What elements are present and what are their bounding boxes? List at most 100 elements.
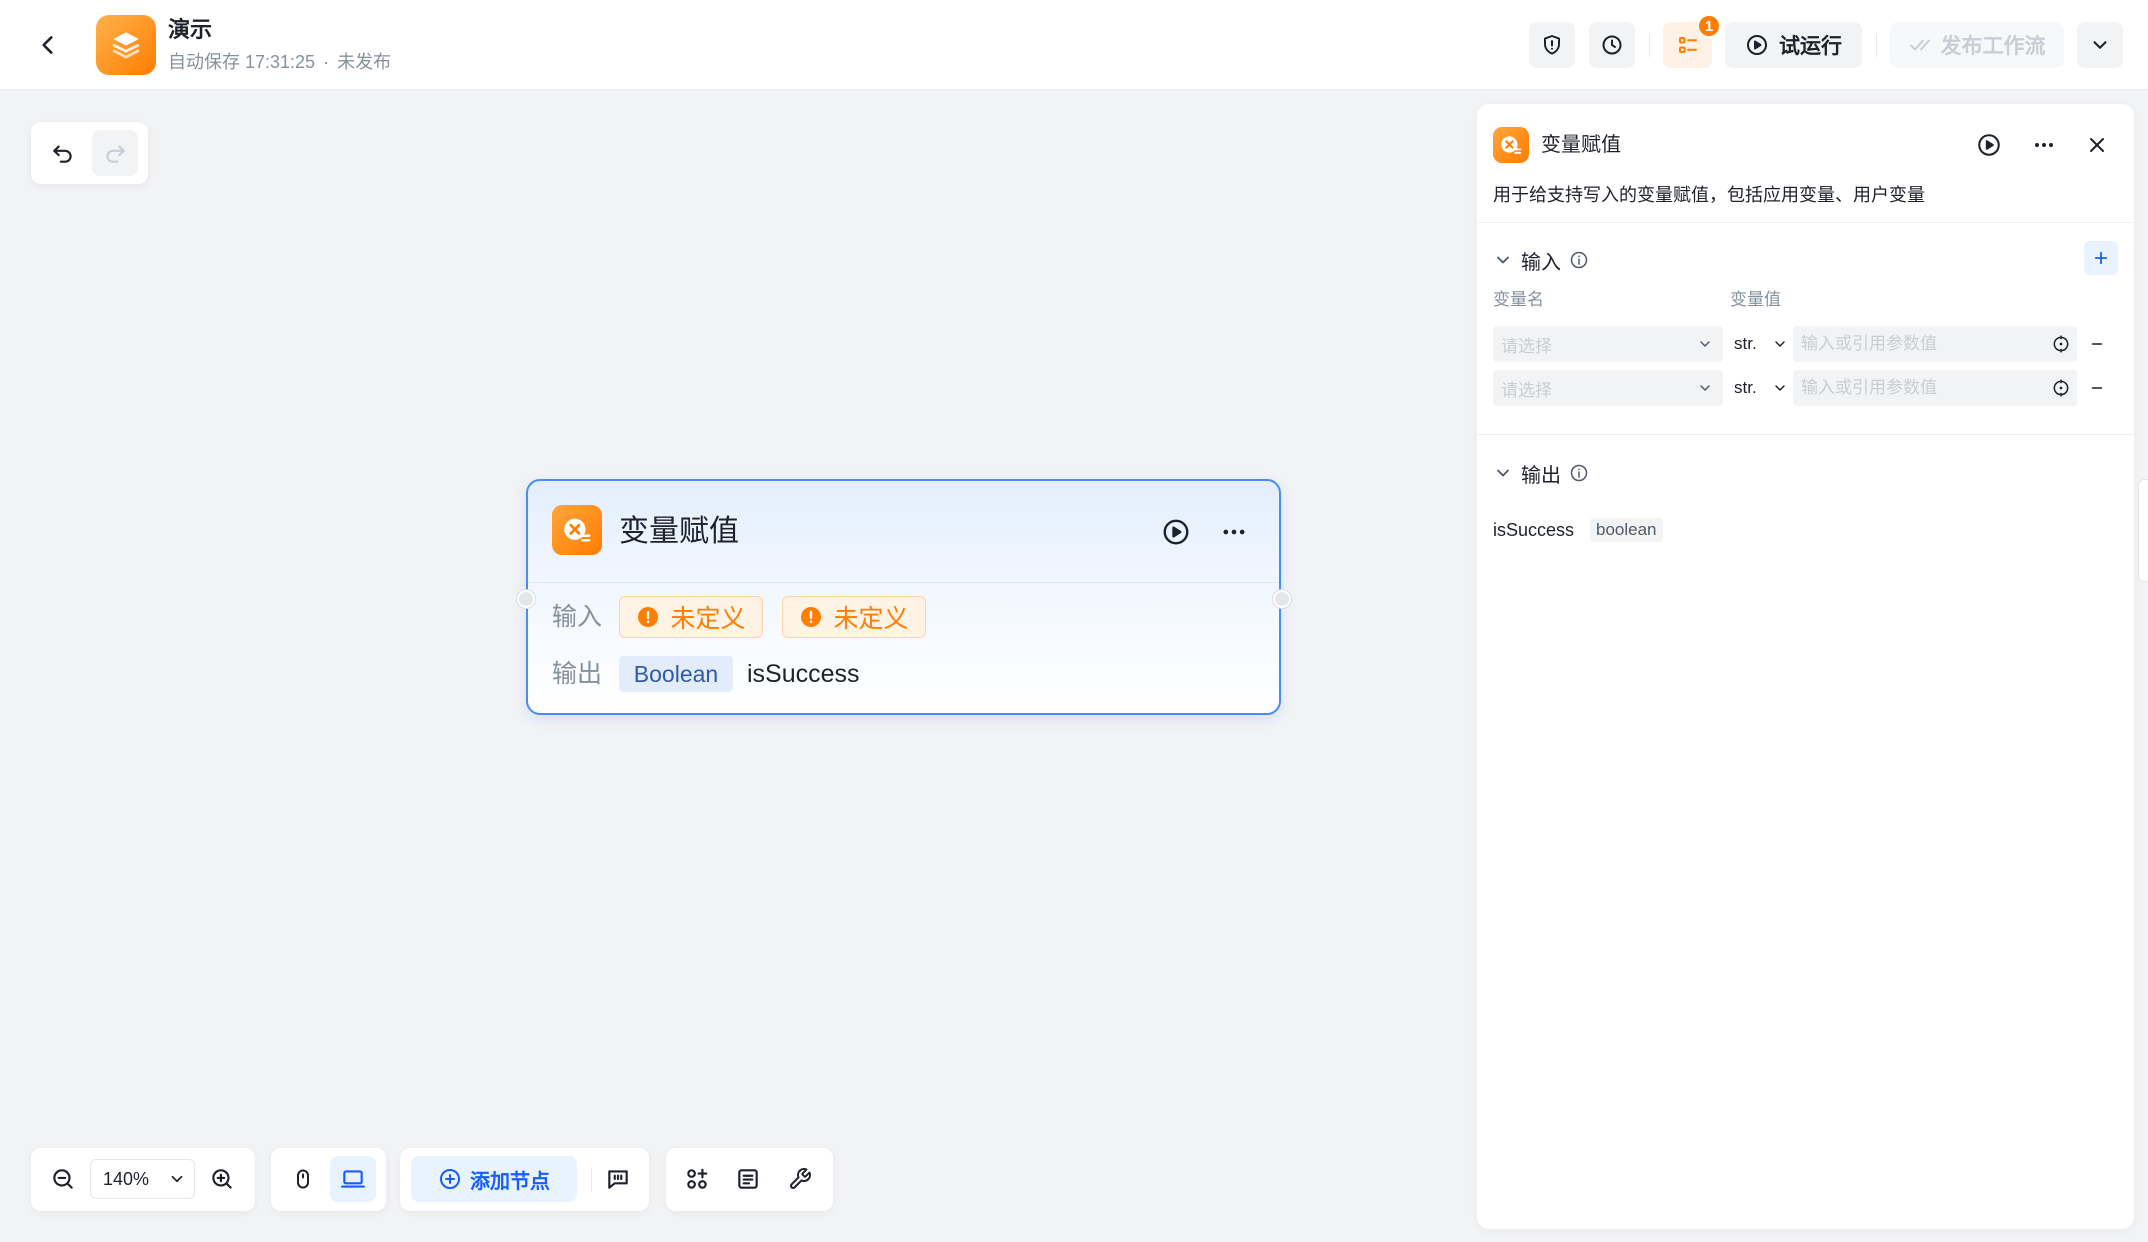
node-input-label: 输入 — [552, 603, 603, 631]
panel-divider — [1477, 222, 2134, 223]
toolbar-divider — [591, 1168, 592, 1192]
value-type-select[interactable]: str. — [1730, 326, 1790, 362]
value-type: str. — [1734, 334, 1757, 353]
mouse-mode-button[interactable] — [280, 1156, 326, 1202]
column-variable-name: 变量名 — [1493, 290, 1544, 309]
panel-title: 变量赋值 — [1541, 134, 1621, 156]
variable-assign-node[interactable]: 变量赋值 输入 未定义 未定义 输出 Boolean isSuccess — [526, 479, 1281, 715]
add-node-button[interactable]: 添加节点 — [411, 1156, 577, 1202]
undefined-input-tag[interactable]: 未定义 — [782, 596, 926, 638]
redo-icon — [106, 145, 125, 163]
header-divider — [1649, 33, 1650, 57]
undo-icon — [53, 145, 72, 163]
chevron-left-icon — [42, 36, 53, 54]
outline-button[interactable] — [725, 1156, 771, 1202]
warning-icon — [638, 607, 659, 627]
undefined-input-tag[interactable]: 未定义 — [619, 596, 763, 638]
reference-variable-icon[interactable] — [2051, 334, 2071, 354]
variable-value-input[interactable] — [1801, 334, 2051, 354]
autosave-time: 自动保存 17:31:25 — [168, 52, 316, 72]
node-title: 变量赋值 — [619, 515, 739, 548]
variable-assign-icon — [552, 505, 602, 555]
add-controls: 添加节点 — [400, 1148, 649, 1211]
plus-icon — [2094, 251, 2108, 265]
variable-assign-icon — [1493, 127, 1529, 163]
zoom-level-select[interactable]: 140% — [90, 1159, 195, 1199]
variable-value-input[interactable] — [1801, 378, 2051, 398]
variable-value-field — [1793, 370, 2077, 406]
undo-button[interactable] — [40, 130, 86, 176]
double-check-icon — [1909, 39, 1930, 51]
output-variable-name: isSuccess — [1493, 520, 1575, 540]
input-section-toggle[interactable]: 输入 — [1493, 246, 1589, 274]
add-node-label: 添加节点 — [470, 1170, 550, 1193]
tag-label: 未定义 — [670, 605, 746, 633]
zoom-controls: 140% — [31, 1148, 255, 1211]
panel-close-button[interactable] — [2079, 127, 2115, 163]
play-circle-icon — [1978, 134, 2000, 156]
zoom-level: 140% — [103, 1168, 150, 1189]
plus-circle-icon — [440, 1169, 460, 1189]
panel-divider — [1477, 434, 2134, 435]
panel-description: 用于给支持写入的变量赋值，包括应用变量、用户变量 — [1493, 185, 1925, 205]
clock-icon — [1602, 35, 1622, 55]
panel-more-button[interactable] — [2026, 127, 2062, 163]
publish-status: 未发布 — [337, 52, 392, 72]
output-port[interactable] — [1273, 590, 1291, 608]
info-icon[interactable] — [1569, 463, 1589, 483]
save-status: 自动保存 17:31:25 · 未发布 — [168, 49, 391, 75]
input-port[interactable] — [517, 590, 535, 608]
settings-tools-button[interactable] — [777, 1156, 823, 1202]
panel-run-button[interactable] — [1971, 127, 2007, 163]
chevron-down-icon — [1700, 385, 1710, 391]
utility-controls — [666, 1148, 833, 1211]
redo-button[interactable] — [92, 130, 138, 176]
node-run-button[interactable] — [1158, 514, 1194, 550]
variable-row: 请选择 str. — [1477, 326, 2134, 362]
add-comment-button[interactable] — [595, 1156, 641, 1202]
tag-label: 未定义 — [833, 605, 909, 633]
output-section-toggle[interactable]: 输出 — [1493, 459, 1589, 487]
value-type: str. — [1734, 378, 1757, 397]
task-list-icon — [1678, 37, 1697, 53]
more-options-dropdown[interactable] — [2077, 22, 2123, 68]
test-run-button[interactable]: 试运行 — [1725, 22, 1862, 68]
reference-variable-icon[interactable] — [2051, 378, 2071, 398]
chevron-down-icon — [1775, 341, 1785, 347]
zoom-in-button[interactable] — [199, 1156, 245, 1202]
back-button[interactable] — [30, 27, 66, 63]
node-more-button[interactable] — [1216, 514, 1252, 550]
issues-count-badge: 1 — [1697, 14, 1721, 38]
value-type-select[interactable]: str. — [1730, 370, 1790, 406]
chevron-down-icon — [1700, 341, 1710, 347]
panel-edge-handle[interactable] — [2138, 479, 2148, 582]
more-dots-icon — [1223, 529, 1245, 535]
publish-workflow-button[interactable]: 发布工作流 — [1890, 22, 2064, 68]
history-button[interactable] — [1589, 22, 1635, 68]
select-placeholder: 请选择 — [1501, 380, 1552, 400]
mouse-icon — [297, 1169, 309, 1189]
chevron-down-icon — [1497, 256, 1509, 264]
remove-variable-button[interactable] — [2083, 374, 2111, 402]
security-check-button[interactable] — [1529, 22, 1575, 68]
test-run-label: 试运行 — [1779, 35, 1842, 58]
header-divider — [1876, 33, 1877, 57]
zoom-in-icon — [212, 1169, 232, 1189]
top-header: 演示 自动保存 17:31:25 · 未发布 1 试运行 发布工作流 — [0, 0, 2148, 90]
variable-name-select[interactable]: 请选择 — [1493, 326, 1723, 362]
info-icon[interactable] — [1569, 250, 1589, 270]
chevron-down-icon — [1775, 385, 1785, 391]
components-button[interactable] — [674, 1156, 720, 1202]
touchpad-mode-button[interactable] — [330, 1156, 376, 1202]
remove-variable-button[interactable] — [2083, 330, 2111, 358]
minus-icon — [2091, 343, 2103, 345]
add-variable-button[interactable] — [2084, 241, 2118, 275]
chevron-down-icon — [171, 1175, 183, 1183]
zoom-out-button[interactable] — [40, 1156, 86, 1202]
publish-label: 发布工作流 — [1940, 35, 2046, 58]
node-config-panel: 变量赋值 用于给支持写入的变量赋值，包括应用变量、用户变量 输入 变量名 变量值… — [1477, 104, 2134, 1229]
variable-name-select[interactable]: 请选择 — [1493, 370, 1723, 406]
output-section-label: 输出 — [1521, 464, 1561, 487]
play-circle-icon — [1163, 519, 1189, 545]
document-list-icon — [738, 1169, 758, 1189]
